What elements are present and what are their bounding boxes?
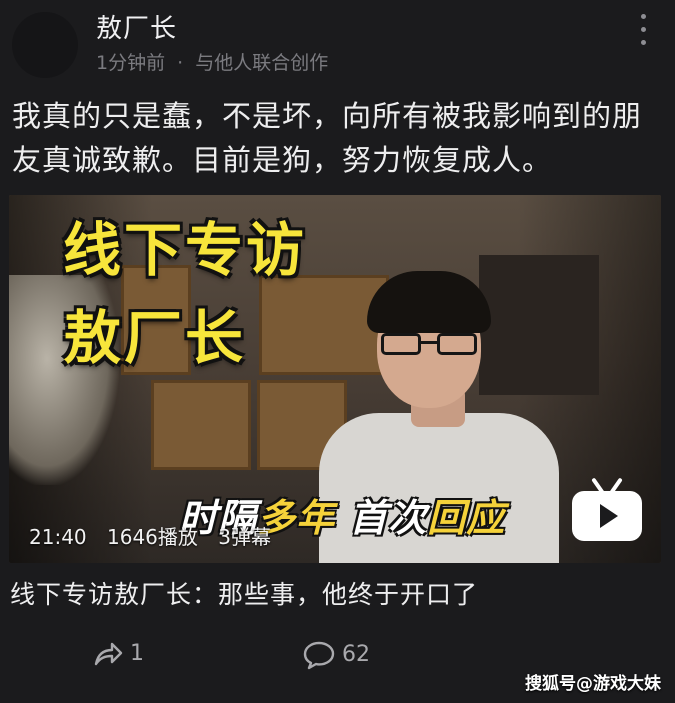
- video-overlay-title-1: 线下专访: [63, 216, 308, 284]
- video-stats: 21:40 1646播放 3弹幕: [29, 521, 285, 550]
- thumbnail-shelf: [151, 380, 251, 470]
- thumbnail-shelf-dark: [479, 255, 599, 395]
- video-duration: 21:40: [29, 525, 87, 549]
- comment-count: 62: [342, 642, 370, 667]
- post-header: 敖厂长 1分钟前 · 与他人联合创作: [0, 0, 675, 88]
- video-plays: 1646播放: [107, 525, 198, 549]
- comment-button[interactable]: 62: [302, 640, 370, 670]
- share-count: 1: [130, 641, 144, 666]
- post-meta: 1分钟前 · 与他人联合创作: [96, 48, 328, 75]
- author-name[interactable]: 敖厂长: [96, 8, 177, 45]
- bilibili-tv-icon: [572, 475, 642, 541]
- post-time: 1分钟前: [96, 52, 166, 74]
- video-danmaku: 3弹幕: [218, 525, 271, 549]
- avatar[interactable]: [12, 12, 78, 78]
- video-caption[interactable]: 线下专访敖厂长：那些事，他终于开口了: [10, 575, 478, 611]
- subtitle-part: 首次: [335, 496, 428, 540]
- video-card[interactable]: 线下专访 敖厂长 时隔多年 首次回应 21:40 1646播放 3弹幕: [9, 195, 661, 563]
- share-icon: [94, 642, 123, 666]
- watermark: 搜狐号@游戏大妹: [525, 674, 661, 694]
- meta-separator: ·: [177, 52, 184, 74]
- subtitle-highlight: 回应: [427, 496, 506, 540]
- coauthor-note[interactable]: 与他人联合创作: [195, 52, 328, 74]
- comment-icon: [303, 641, 335, 670]
- video-overlay-title-2: 敖厂长: [63, 304, 247, 372]
- post-text: 我真的只是蠢，不是坏，向所有被我影响到的朋友真诚致歉。目前是狗，努力恢复成人。: [12, 99, 643, 177]
- more-vertical-icon[interactable]: [638, 14, 648, 54]
- thumbnail-person-glasses: [379, 333, 481, 357]
- share-button[interactable]: 1: [92, 640, 144, 668]
